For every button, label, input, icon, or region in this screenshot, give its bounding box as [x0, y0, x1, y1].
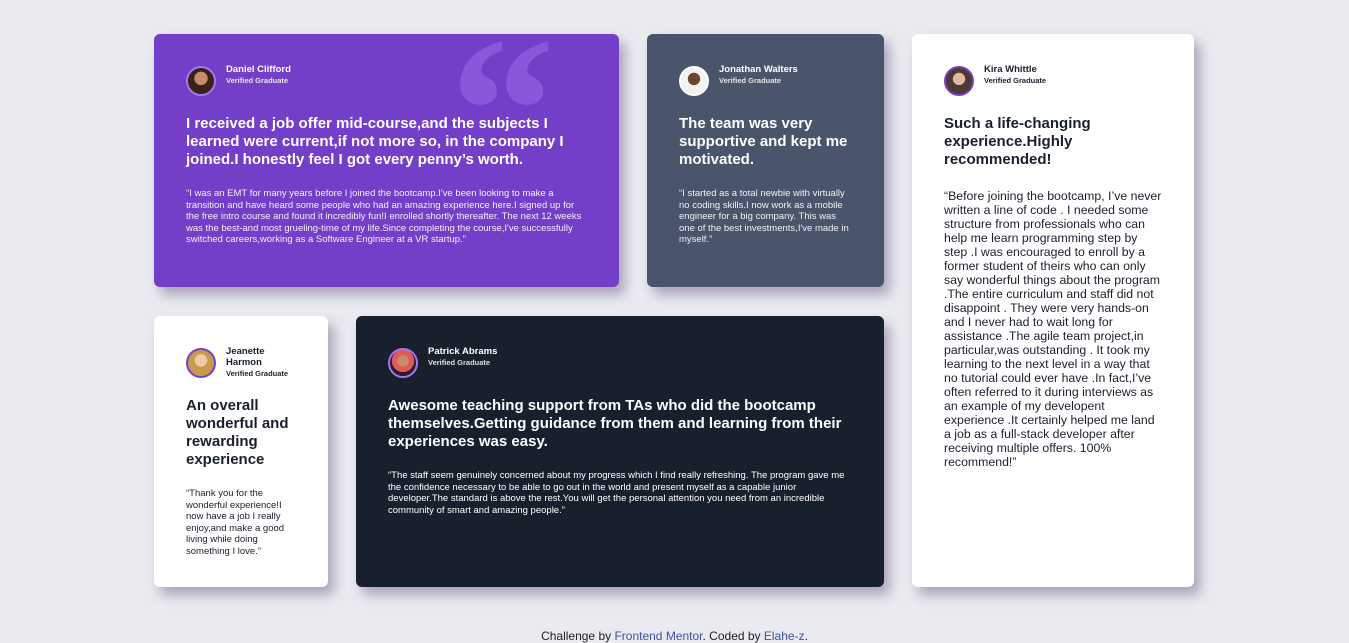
author-info: Jeanette Harmon Verified Graduate: [186, 346, 296, 380]
frontend-mentor-link[interactable]: Frontend Mentor: [614, 629, 702, 643]
avatar: [186, 348, 216, 378]
testimonial-headline: Awesome teaching support from TAs who di…: [388, 397, 842, 450]
attribution: Challenge by Frontend Mentor. Coded by E…: [0, 629, 1349, 643]
testimonial-card-jonathan-walters: Jonathan Walters Verified Graduate The t…: [647, 34, 884, 287]
testimonial-body: “Before joining the bootcamp, I’ve never…: [944, 189, 1162, 469]
testimonial-headline: An overall wonderful and rewarding exper…: [186, 397, 289, 468]
avatar: [388, 348, 418, 378]
author-name: Kira Whittle: [984, 64, 1037, 75]
author-name: Patrick Abrams: [428, 346, 498, 357]
testimonial-headline: Such a life-changing experience.Highly r…: [944, 115, 1091, 168]
author-info: Daniel Clifford Verified Graduate: [186, 64, 587, 98]
author-role: Verified Graduate: [226, 76, 289, 85]
author-name: Jonathan Walters: [719, 64, 798, 75]
testimonial-body: “Thank you for the wonderful experience!…: [186, 488, 285, 557]
testimonial-headline: I received a job offer mid-course,and th…: [186, 115, 564, 168]
testimonial-card-daniel-clifford: “ Daniel Clifford Verified Graduate I re…: [154, 34, 619, 287]
author-link[interactable]: Elahe-z: [764, 629, 805, 643]
testimonial-card-jeanette-harmon: Jeanette Harmon Verified Graduate An ove…: [154, 316, 328, 587]
author-role: Verified Graduate: [428, 358, 491, 367]
author-name: Daniel Clifford: [226, 64, 291, 75]
author-info: Jonathan Walters Verified Graduate: [679, 64, 852, 98]
testimonial-body: “I was an EMT for many years before I jo…: [186, 188, 582, 245]
author-info: Kira Whittle Verified Graduate: [944, 64, 1162, 98]
testimonial-card-kira-whittle: Kira Whittle Verified Graduate Such a li…: [912, 34, 1194, 587]
attribution-prefix: Challenge by: [541, 629, 615, 643]
avatar: [944, 66, 974, 96]
testimonial-body: “I started as a total newbie with virtua…: [679, 188, 849, 245]
author-info: Patrick Abrams Verified Graduate: [388, 346, 852, 380]
testimonial-headline: The team was very supportive and kept me…: [679, 115, 848, 168]
attribution-suffix: .: [804, 629, 808, 643]
attribution-middle: . Coded by: [702, 629, 764, 643]
avatar: [186, 66, 216, 96]
author-role: Verified Graduate: [226, 369, 289, 378]
author-role: Verified Graduate: [984, 76, 1047, 85]
testimonial-body: “The staff seem genuinely concerned abou…: [388, 470, 845, 516]
testimonial-card-patrick-abrams: Patrick Abrams Verified Graduate Awesome…: [356, 316, 884, 587]
author-name: Jeanette Harmon: [226, 346, 265, 368]
avatar: [679, 66, 709, 96]
author-role: Verified Graduate: [719, 76, 782, 85]
